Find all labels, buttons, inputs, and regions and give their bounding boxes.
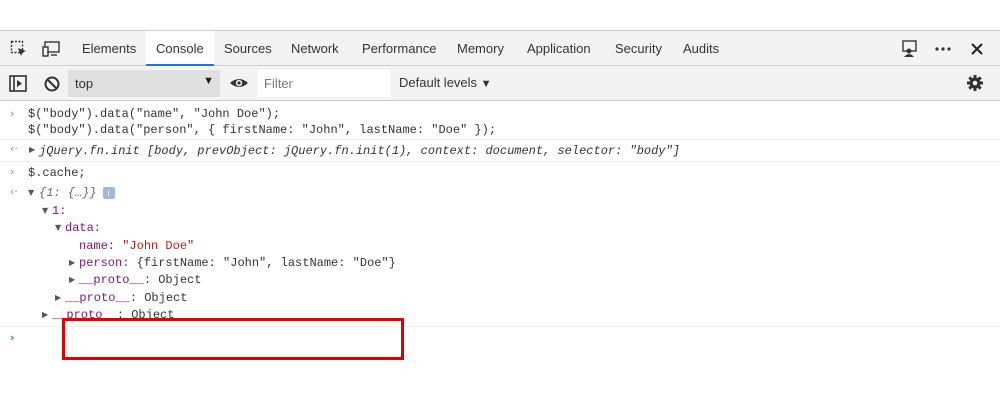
result-arrow-icon: ‹· [10, 142, 18, 155]
proto-key: __proto__ [79, 273, 144, 287]
info-badge-icon[interactable]: i [102, 186, 115, 199]
inspect-element-icon[interactable] [10, 40, 28, 58]
name-property: name: "John Doe" [79, 238, 194, 254]
jquery-result[interactable]: jQuery.fn.init [body, prevObject: jQuery… [39, 143, 680, 159]
tab-security[interactable]: Security [605, 31, 672, 66]
proto-value: : Object [129, 291, 188, 305]
console-code-line: $("body").data("person", { firstName: "J… [28, 123, 497, 137]
console-output-message: ‹· ▼ {1: {…}} i ▼ 1: ▼ data: name: "John … [0, 184, 1000, 360]
settings-gear-icon[interactable] [966, 74, 984, 95]
context-selector-label: top [75, 76, 94, 91]
tab-audits[interactable]: Audits [673, 31, 729, 66]
console-code-line: $("body").data("name", "John Doe"); [28, 107, 281, 121]
live-expression-eye-icon[interactable] [229, 74, 249, 95]
expand-triangle-icon[interactable]: ▶ [55, 293, 61, 302]
proto-property[interactable]: __proto__: Object [79, 272, 201, 288]
more-options-icon[interactable] [934, 40, 952, 58]
prompt-caret-icon: › [10, 331, 15, 344]
devtools-tabbar: Elements Console Sources Network Perform… [0, 30, 1000, 66]
name-value: "John Doe" [122, 239, 195, 253]
cache-summary[interactable]: {1: {…}} i [39, 185, 115, 201]
feedback-icon[interactable] [901, 40, 919, 58]
expand-triangle-icon[interactable]: ▶ [69, 275, 75, 284]
device-toolbar-icon[interactable] [42, 40, 60, 58]
tab-elements[interactable]: Elements [72, 31, 146, 66]
expand-triangle-icon[interactable]: ▶ [69, 258, 75, 267]
expand-triangle-icon[interactable]: ▶ [42, 310, 48, 319]
tree-key-data[interactable]: data: [65, 220, 101, 236]
input-prompt-icon: › [10, 165, 15, 178]
clear-console-icon[interactable] [43, 75, 61, 96]
proto-property[interactable]: __proto__: Object [65, 290, 187, 306]
person-value: {firstName: "John", lastName: "Doe"} [136, 256, 396, 270]
console-output: › $("body").data("name", "John Doe"); $(… [0, 101, 1000, 400]
person-key: person: [79, 256, 130, 270]
tab-memory[interactable]: Memory [447, 31, 514, 66]
dropdown-arrow-icon: ▼ [203, 75, 214, 87]
tree-key-1[interactable]: 1: [52, 203, 66, 219]
close-icon[interactable] [968, 40, 986, 58]
collapse-triangle-icon[interactable]: ▼ [28, 188, 34, 197]
console-code-line: $.cache; [28, 166, 86, 180]
console-output-message: ‹· ▶ jQuery.fn.init [body, prevObject: j… [0, 140, 1000, 162]
result-arrow-icon: ‹· [10, 185, 18, 198]
tab-performance[interactable]: Performance [352, 31, 446, 66]
cache-summary-text: {1: {…}} [39, 186, 97, 200]
proto-value: : Object [143, 273, 202, 287]
log-levels-dropdown[interactable]: Default levels ▼ [399, 75, 492, 90]
tab-console[interactable]: Console [146, 31, 214, 66]
console-input-message: › $.cache; [0, 162, 1000, 184]
title-area [0, 0, 1000, 30]
collapse-triangle-icon[interactable]: ▼ [42, 206, 48, 215]
input-prompt-icon: › [10, 107, 15, 120]
collapse-triangle-icon[interactable]: ▼ [55, 223, 61, 232]
console-prompt[interactable]: › [0, 327, 1000, 357]
context-selector[interactable]: top ▼ [68, 70, 220, 97]
log-levels-label: Default levels [399, 75, 478, 90]
dropdown-arrow-icon: ▼ [480, 78, 492, 90]
filter-input[interactable] [258, 70, 390, 97]
name-key: name: [79, 239, 116, 253]
show-sidebar-icon[interactable] [9, 75, 27, 96]
console-input-message: › $("body").data("name", "John Doe"); $(… [0, 101, 1000, 140]
proto-key: __proto__ [65, 291, 130, 305]
tab-network[interactable]: Network [281, 31, 349, 66]
person-property[interactable]: person: {firstName: "John", lastName: "D… [79, 255, 396, 271]
console-toolbar: top ▼ Default levels ▼ [0, 66, 1000, 101]
tab-sources[interactable]: Sources [214, 31, 282, 66]
tab-application[interactable]: Application [517, 31, 601, 66]
expand-triangle-icon[interactable]: ▶ [29, 145, 35, 154]
